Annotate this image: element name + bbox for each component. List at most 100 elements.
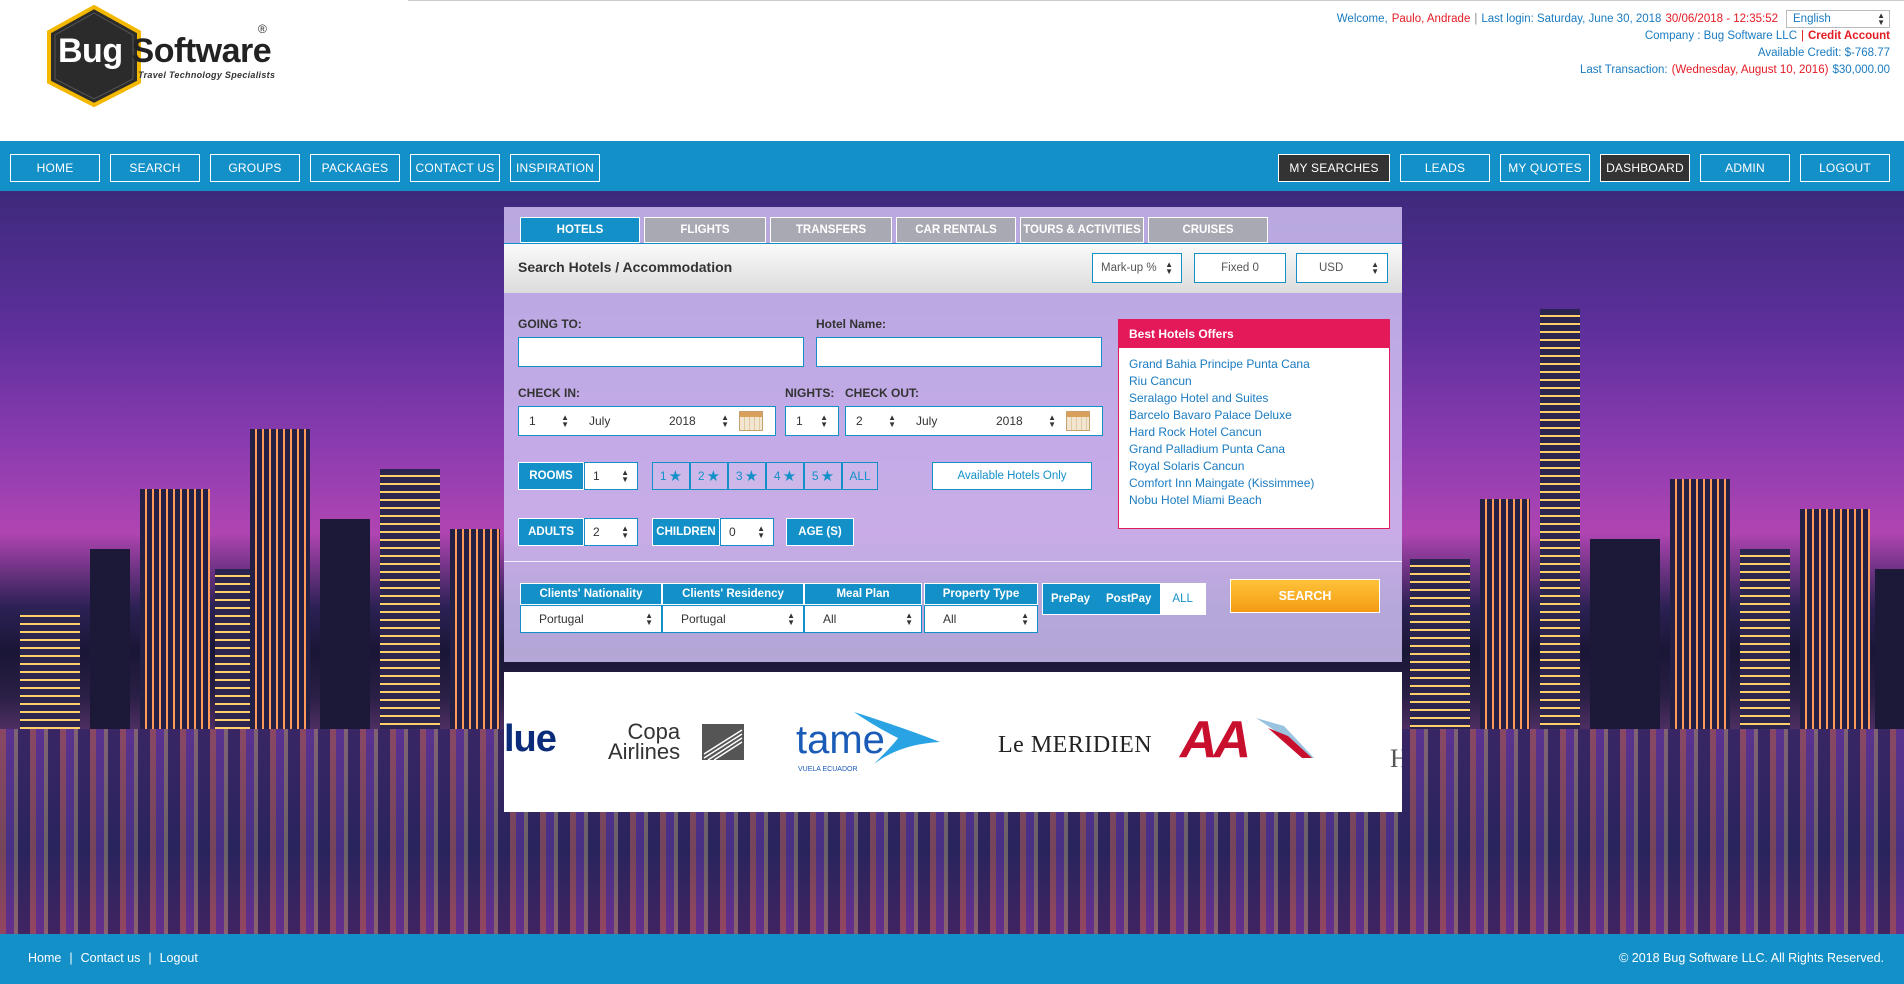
hotel-name-input[interactable] [816, 337, 1102, 367]
offer-link[interactable]: Seralago Hotel and Suites [1129, 390, 1379, 407]
tab-cruises[interactable]: CRUISES [1148, 217, 1268, 243]
offer-link[interactable]: Grand Bahia Principe Punta Cana [1129, 356, 1379, 373]
check-in-month-value: July [589, 414, 611, 428]
hotel-name-label: Hotel Name: [816, 317, 887, 331]
star-filter-5-label: 5 [811, 469, 819, 483]
footer-logout-link[interactable]: Logout [160, 951, 198, 965]
fixed-markup-input[interactable]: Fixed 0 [1194, 253, 1286, 283]
star-icon: ★ [744, 468, 759, 485]
star-filter-4[interactable]: 4 ★ [766, 462, 804, 490]
nationality-filter: Clients' Nationality Portugal ▲ ▼ [520, 583, 662, 633]
tab-hotels[interactable]: HOTELS [520, 217, 640, 243]
user-name: Paulo, Andrade [1391, 12, 1471, 25]
offer-link[interactable]: Hard Rock Hotel Cancun [1129, 424, 1379, 441]
check-out-month[interactable]: July [906, 407, 986, 435]
offer-link[interactable]: Grand Palladium Punta Cana [1129, 441, 1379, 458]
adults-select[interactable]: 2 ▲ ▼ [584, 518, 638, 546]
check-in-select[interactable]: 1 ▲ ▼ July 2018 ▲ ▼ [518, 406, 776, 436]
offer-link[interactable]: Barcelo Bavaro Palace Deluxe [1129, 407, 1379, 424]
check-in-year[interactable]: 2018 ▲ ▼ [659, 407, 739, 435]
chevron-updown-icon: ▲ ▼ [1371, 260, 1379, 276]
property-type-select[interactable]: All ▲ ▼ [924, 605, 1038, 633]
nav-leads-button[interactable]: LEADS [1400, 154, 1490, 182]
skyline-building [90, 549, 130, 729]
tame-wing-icon [854, 712, 940, 764]
nights-select[interactable]: 1 ▲ ▼ [785, 406, 839, 436]
calendar-icon[interactable] [739, 411, 763, 431]
credit-account-link[interactable]: Credit Account [1808, 28, 1890, 45]
chevron-updown-icon: ▲ ▼ [1877, 11, 1885, 27]
currency-select[interactable]: USD ▲ ▼ [1296, 253, 1388, 283]
last-login-label: Last login: Saturday, June 30, 2018 [1481, 12, 1662, 25]
offer-link[interactable]: Royal Solaris Cancun [1129, 458, 1379, 475]
skyline-building [250, 429, 310, 729]
prepay-button[interactable]: PrePay [1043, 584, 1099, 614]
star-filter-5[interactable]: 5 ★ [804, 462, 842, 490]
star-icon: ★ [706, 468, 721, 485]
star-filter-3[interactable]: 3 ★ [728, 462, 766, 490]
offer-link[interactable]: Riu Cancun [1129, 373, 1379, 390]
nav-packages-button[interactable]: PACKAGES [310, 154, 400, 182]
nav-my-quotes-button[interactable]: MY QUOTES [1500, 154, 1590, 182]
available-credit: Available Credit: $-768.77 [1757, 47, 1890, 59]
property-type-value: All [943, 612, 957, 626]
nationality-label: Clients' Nationality [520, 583, 662, 605]
rooms-select[interactable]: 1 ▲ ▼ [584, 462, 638, 490]
skyline-building [1480, 499, 1530, 729]
offer-link[interactable]: Comfort Inn Maingate (Kissimmee) [1129, 475, 1379, 492]
nav-admin-button[interactable]: ADMIN [1700, 154, 1790, 182]
calendar-icon[interactable] [1066, 411, 1090, 431]
star-filter-3-label: 3 [735, 469, 743, 483]
logo-wordmark: Bug Software [58, 32, 272, 71]
footer-home-link[interactable]: Home [28, 951, 61, 965]
nav-dashboard-button[interactable]: DASHBOARD [1600, 154, 1690, 182]
language-select[interactable]: English ▲ ▼ [1786, 10, 1890, 28]
star-filter-all[interactable]: ALL [842, 462, 878, 490]
meal-plan-value: All [823, 612, 837, 626]
ages-button[interactable]: AGE (S) [786, 518, 854, 546]
nav-home-button[interactable]: HOME [10, 154, 100, 182]
children-select[interactable]: 0 ▲ ▼ [720, 518, 774, 546]
skyline-building [1670, 479, 1730, 729]
nav-logout-button[interactable]: LOGOUT [1800, 154, 1890, 182]
check-out-day[interactable]: 2 ▲ ▼ [846, 407, 906, 435]
postpay-button[interactable]: PostPay [1098, 584, 1160, 614]
star-filter-2[interactable]: 2 ★ [690, 462, 728, 490]
tab-tours-activities[interactable]: TOURS & ACTIVITIES [1020, 217, 1144, 243]
nav-my-searches-button[interactable]: MY SEARCHES [1278, 154, 1390, 182]
footer-contact-link[interactable]: Contact us [81, 951, 141, 965]
check-in-month[interactable]: July [579, 407, 659, 435]
residency-select[interactable]: Portugal ▲ ▼ [662, 605, 804, 633]
check-out-select[interactable]: 2 ▲ ▼ July 2018 ▲ ▼ [845, 406, 1103, 436]
nav-inspiration-button[interactable]: INSPIRATION [510, 154, 600, 182]
markup-select[interactable]: Mark-up % ▲ ▼ [1092, 253, 1182, 283]
tab-car-rentals[interactable]: CAR RENTALS [896, 217, 1016, 243]
nationality-select[interactable]: Portugal ▲ ▼ [520, 605, 662, 633]
check-out-year[interactable]: 2018 ▲ ▼ [986, 407, 1066, 435]
meal-plan-select[interactable]: All ▲ ▼ [804, 605, 922, 633]
check-in-day[interactable]: 1 ▲ ▼ [519, 407, 579, 435]
tab-transfers[interactable]: TRANSFERS [770, 217, 892, 243]
meal-plan-filter: Meal Plan All ▲ ▼ [804, 583, 922, 633]
star-filter-1[interactable]: 1 ★ [652, 462, 690, 490]
going-to-input[interactable] [518, 337, 804, 367]
partner-logo-partial: H [1390, 744, 1402, 773]
brand-logo[interactable]: Bug Software ® Travel Technology Special… [44, 4, 284, 108]
search-button[interactable]: SEARCH [1230, 579, 1380, 613]
nav-search-button[interactable]: SEARCH [110, 154, 200, 182]
star-icon: ★ [782, 468, 797, 485]
skyline-building [380, 469, 440, 729]
star-filter-1-label: 1 [659, 469, 667, 483]
chevron-updown-icon: ▲ ▼ [820, 413, 828, 429]
available-only-button[interactable]: Available Hotels Only [932, 462, 1092, 490]
offer-link[interactable]: Nobu Hotel Miami Beach [1129, 492, 1379, 509]
nav-contact-button[interactable]: CONTACT US [410, 154, 500, 182]
partner-logos-strip: lue Copa Airlines tame VUELA ECUADOR Le … [504, 672, 1402, 812]
skyline-building [1540, 309, 1580, 729]
chevron-updown-icon: ▲ ▼ [1165, 260, 1173, 276]
tab-flights[interactable]: FLIGHTS [644, 217, 766, 243]
chevron-updown-icon: ▲ ▼ [787, 611, 795, 627]
check-out-day-value: 2 [856, 414, 863, 428]
pay-all-button[interactable]: ALL [1159, 584, 1205, 614]
nav-groups-button[interactable]: GROUPS [210, 154, 300, 182]
